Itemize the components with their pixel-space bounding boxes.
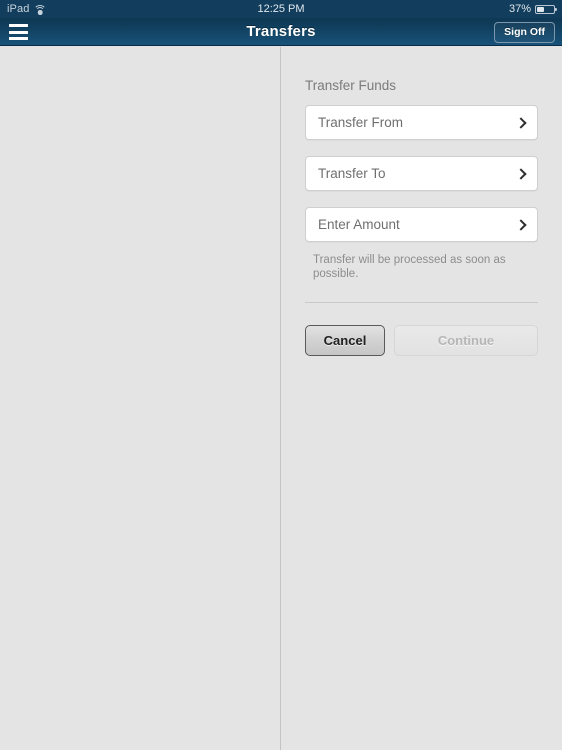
action-button-row: Cancel Continue [305, 325, 538, 356]
helper-text: Transfer will be processed as soon as po… [313, 254, 506, 280]
transfer-to-field[interactable]: Transfer To [305, 156, 538, 191]
transfer-funds-panel: Transfer Funds Transfer From Transfer To… [281, 47, 562, 750]
status-bar-clock: 12:25 PM [257, 3, 305, 15]
battery-icon [535, 4, 557, 14]
transfer-to-label: Transfer To [318, 166, 386, 181]
main-content: Transfer Funds Transfer From Transfer To… [0, 47, 562, 750]
section-title: Transfer Funds [305, 78, 397, 93]
status-bar: iPad 12:25 PM 37% [0, 0, 562, 18]
page-title: Transfers [246, 23, 316, 40]
master-pane [0, 47, 281, 750]
chevron-right-icon [516, 169, 526, 179]
cancel-button[interactable]: Cancel [305, 325, 385, 356]
sign-off-button[interactable]: Sign Off [494, 22, 555, 43]
enter-amount-field[interactable]: Enter Amount [305, 207, 538, 242]
chevron-right-icon [516, 220, 526, 230]
navigation-bar: Transfers Sign Off [0, 18, 562, 46]
status-bar-right: 37% [508, 3, 557, 15]
section-divider [305, 302, 538, 303]
transfer-from-field[interactable]: Transfer From [305, 105, 538, 140]
chevron-right-icon [516, 118, 526, 128]
battery-percentage: 37% [508, 3, 531, 15]
continue-button[interactable]: Continue [394, 325, 538, 356]
transfer-from-label: Transfer From [318, 115, 404, 130]
enter-amount-label: Enter Amount [318, 217, 400, 232]
